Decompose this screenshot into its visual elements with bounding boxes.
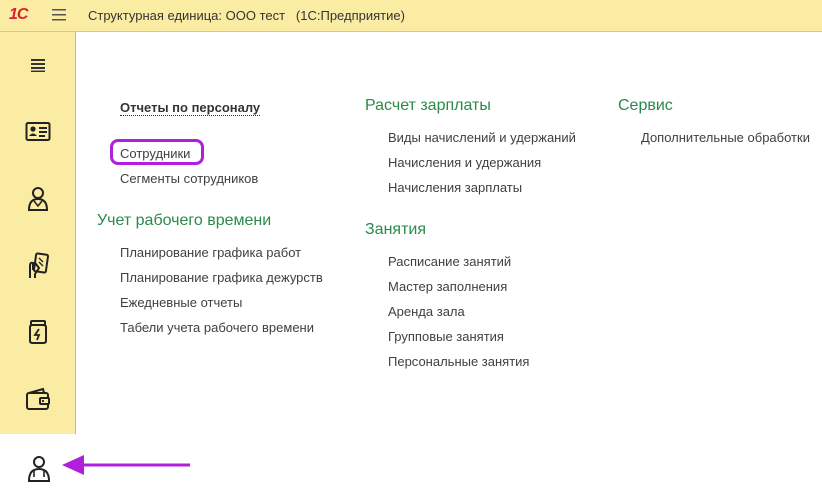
section-title-work-time: Учет рабочего времени <box>97 212 272 229</box>
section-title-service: Сервис <box>618 97 673 114</box>
link-accrual-types[interactable]: Виды начислений и удержаний <box>388 130 576 145</box>
section-title-classes: Занятия <box>365 221 426 238</box>
link-salary-accruals[interactable]: Начисления зарплаты <box>388 180 522 195</box>
link-accruals-deductions[interactable]: Начисления и удержания <box>388 155 541 170</box>
app-logo: 1С <box>9 6 28 23</box>
title-bar: 1С Структурная единица: ООО тест (1С:Пре… <box>0 0 822 32</box>
person-icon <box>27 187 49 211</box>
link-group-classes[interactable]: Групповые занятия <box>388 329 504 344</box>
link-employee-segments[interactable]: Сегменты сотрудников <box>120 171 258 186</box>
link-class-schedule[interactable]: Расписание занятий <box>388 254 511 269</box>
link-additional-processing[interactable]: Дополнительные обработки <box>641 130 810 145</box>
sidebar-item-card-hand[interactable] <box>0 236 76 296</box>
staff-icon <box>27 456 50 482</box>
link-personal-classes[interactable]: Персональные занятия <box>388 354 529 369</box>
link-daily-reports[interactable]: Ежедневные отчеты <box>120 295 242 310</box>
sections-panel <box>0 32 77 504</box>
sidebar-item-menu[interactable] <box>0 35 76 95</box>
main-menu-icon[interactable] <box>52 9 66 21</box>
sidebar-item-wallet[interactable] <box>0 369 76 429</box>
highlight-frame <box>110 139 204 165</box>
link-fill-wizard[interactable]: Мастер заполнения <box>388 279 507 294</box>
wallet-icon <box>26 387 50 410</box>
sidebar-item-person[interactable] <box>0 169 76 229</box>
window-title: Структурная единица: ООО тест (1С:Предпр… <box>88 8 405 23</box>
link-hall-rental[interactable]: Аренда зала <box>388 304 465 319</box>
sidebar-item-id-card[interactable] <box>0 102 76 162</box>
pointer-arrow-icon <box>62 455 190 475</box>
jar-icon <box>29 320 47 344</box>
section-title-salary: Расчет зарплаты <box>365 97 491 114</box>
report-personnel-link[interactable]: Отчеты по персоналу <box>120 100 261 116</box>
link-duty-schedule[interactable]: Планирование графика дежурств <box>120 270 323 285</box>
id-card-icon <box>25 122 51 141</box>
menu-icon <box>31 59 45 72</box>
link-timesheets[interactable]: Табели учета рабочего времени <box>120 320 314 335</box>
card-hand-icon <box>29 252 49 278</box>
link-work-schedule[interactable]: Планирование графика работ <box>120 245 301 260</box>
sidebar-item-jar[interactable] <box>0 302 76 362</box>
